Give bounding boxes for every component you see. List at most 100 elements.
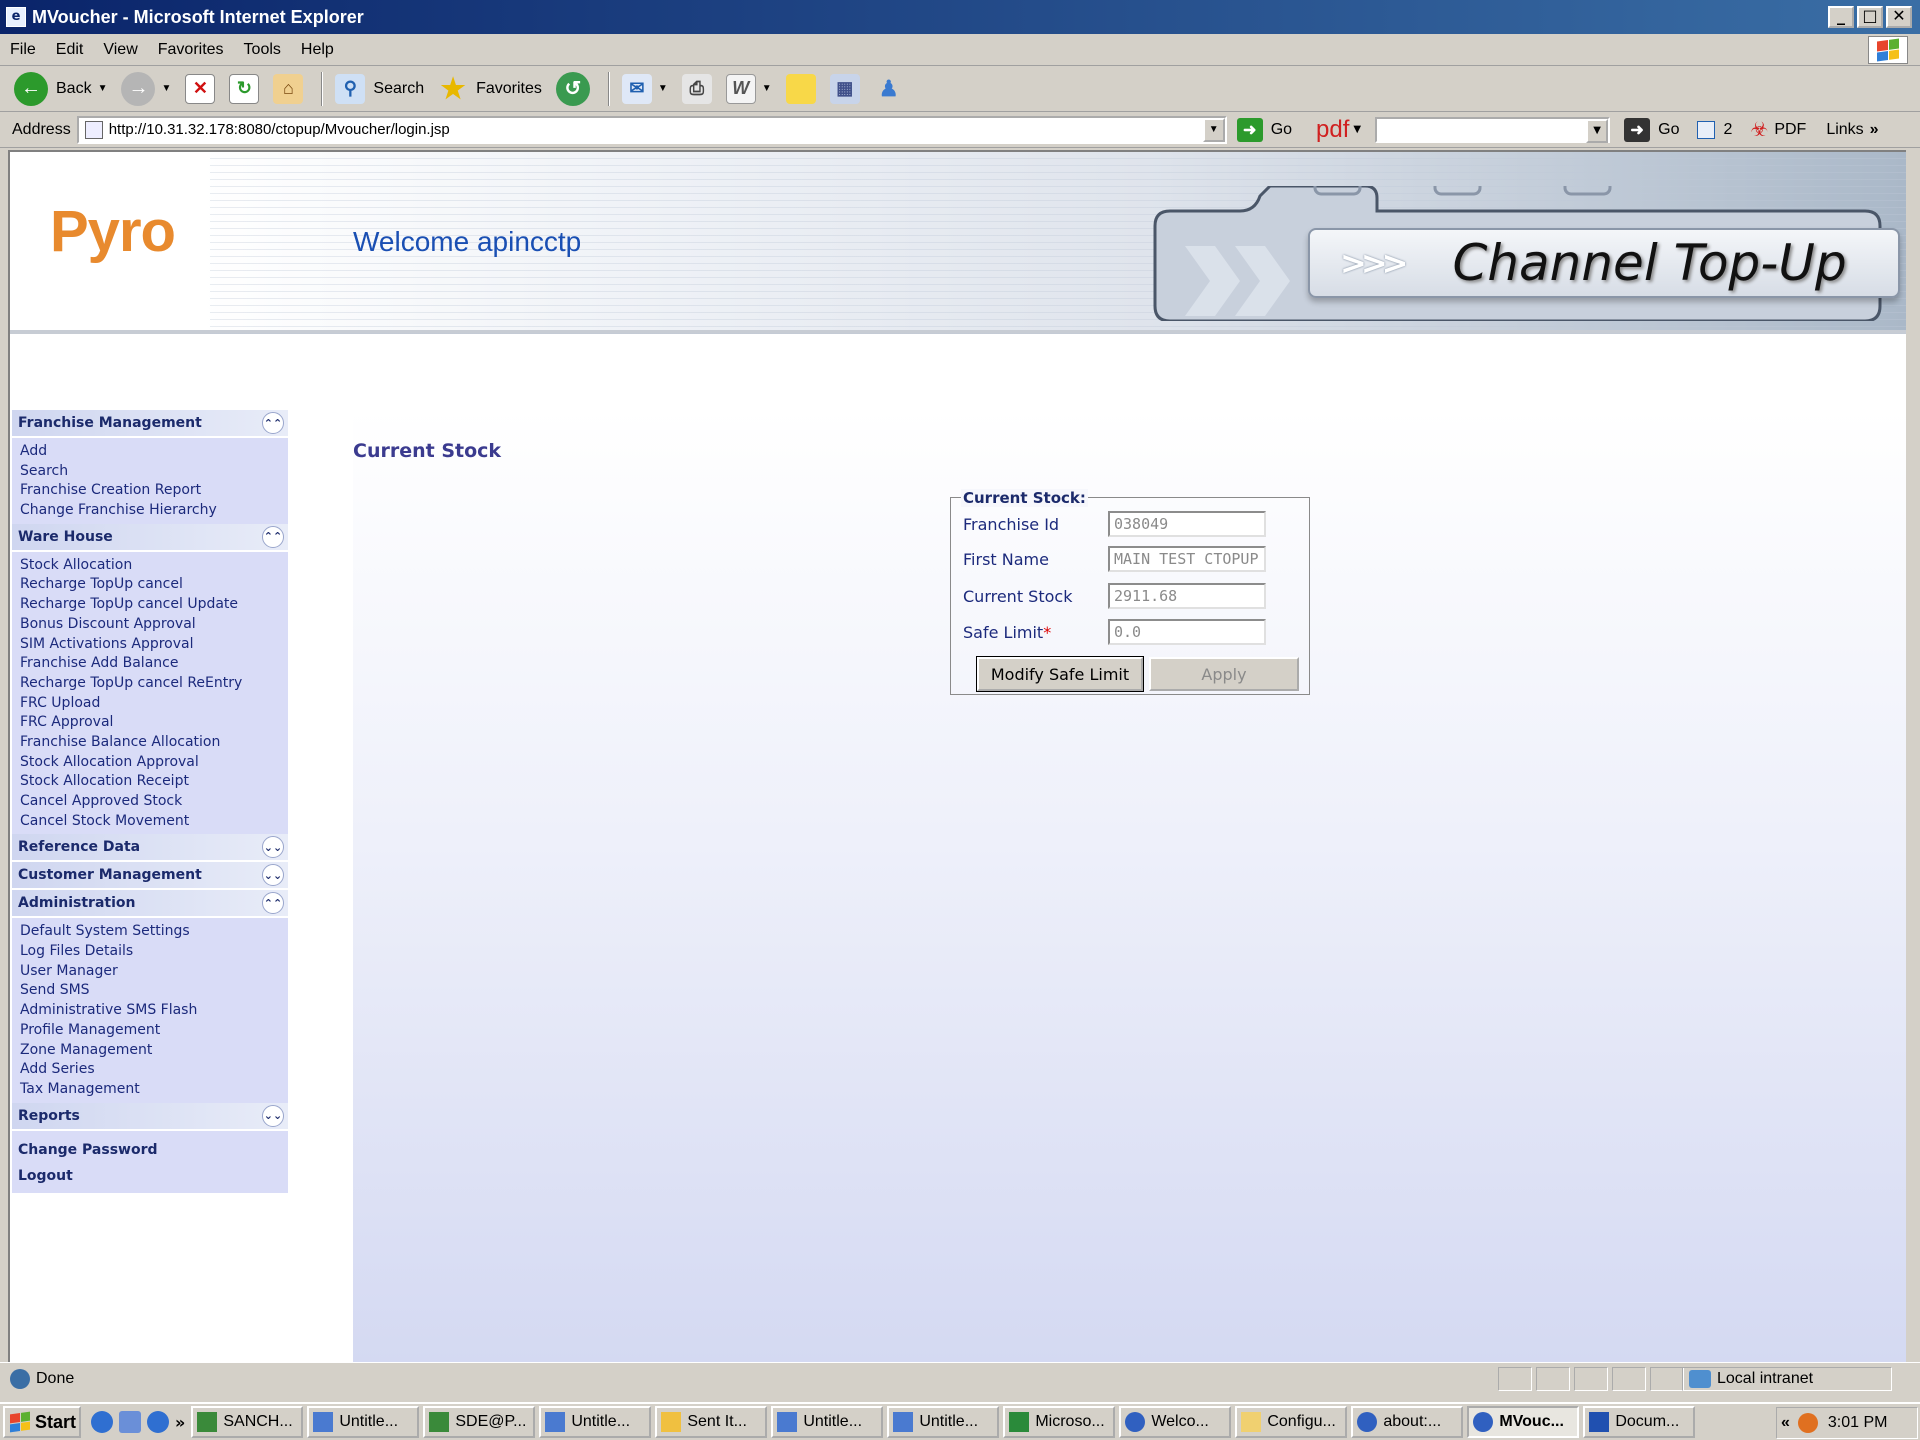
sidebar-item-user-manager[interactable]: User Manager [20,962,282,982]
address-input[interactable]: http://10.31.32.178:8080/ctopup/Mvoucher… [76,115,1227,144]
edit-word-button[interactable]: W ▼ [722,70,776,108]
sidebar-item-franchise-creation-report[interactable]: Franchise Creation Report [20,481,282,501]
research-button[interactable]: ▦ [826,70,864,108]
task-button[interactable]: Untitle... [887,1406,1000,1438]
task-button[interactable]: Untitle... [307,1406,420,1438]
menu-tools[interactable]: Tools [234,41,291,59]
search-combo-dropdown-icon[interactable]: ▼ [1586,118,1609,143]
forward-button[interactable]: → ▼ [117,70,175,108]
sidebar-item-stock-allocation-receipt[interactable]: Stock Allocation Receipt [20,772,282,792]
discuss-button[interactable] [782,70,820,108]
sidebar-item-zone-management[interactable]: Zone Management [20,1041,282,1061]
sidebar-item-tax-management[interactable]: Tax Management [20,1080,282,1100]
show-desktop-icon[interactable] [119,1411,141,1433]
ie-launch-icon[interactable] [91,1411,113,1433]
first-name-field[interactable]: MAIN TEST CTOPUP [1108,546,1266,572]
quick-launch-more-icon[interactable]: » [175,1413,185,1432]
task-button[interactable]: Docum... [1583,1406,1696,1438]
forward-dropdown-icon[interactable]: ▼ [161,83,171,94]
sidebar-item-search[interactable]: Search [20,462,282,482]
start-button[interactable]: Start [3,1406,81,1438]
change-password-link[interactable]: Change Password [18,1137,282,1163]
links-button[interactable]: Links » [1826,121,1878,139]
franchise-id-field[interactable]: 038049 [1108,511,1266,537]
menu-file[interactable]: File [0,41,46,59]
task-button[interactable]: Configu... [1235,1406,1348,1438]
logout-link[interactable]: Logout [18,1163,282,1189]
task-button[interactable]: Microso... [1003,1406,1116,1438]
sidebar-item-recharge-topup-cancel[interactable]: Recharge TopUp cancel [20,575,282,595]
sidebar-item-send-sms[interactable]: Send SMS [20,981,282,1001]
edit-dropdown-icon[interactable]: ▼ [762,83,772,94]
minimize-button[interactable]: _ [1828,6,1854,28]
sidebar-item-bonus-discount-approval[interactable]: Bonus Discount Approval [20,615,282,635]
sidebar-item-add[interactable]: Add [20,442,282,462]
sidebar-item-administrative-sms-flash[interactable]: Administrative SMS Flash [20,1001,282,1021]
task-button[interactable]: Sent It... [655,1406,768,1438]
window-titlebar[interactable]: e MVoucher - Microsoft Internet Explorer… [0,0,1920,34]
close-button[interactable]: ✕ [1886,6,1912,28]
sidebar-item-recharge-topup-cancel-update[interactable]: Recharge TopUp cancel Update [20,595,282,615]
sidebar-item-frc-upload[interactable]: FRC Upload [20,694,282,714]
popup-count-button[interactable]: 2 [1697,120,1732,139]
task-button[interactable]: Untitle... [539,1406,652,1438]
task-button[interactable]: SANCH... [191,1406,304,1438]
favorites-button[interactable]: ★ Favorites [434,70,546,108]
task-button[interactable]: Untitle... [771,1406,884,1438]
sidebar-item-profile-management[interactable]: Profile Management [20,1021,282,1041]
collapse-icon[interactable]: ⌃⌃ [262,412,284,434]
sidebar-item-log-files-details[interactable]: Log Files Details [20,942,282,962]
sidebar-item-cancel-stock-movement[interactable]: Cancel Stock Movement [20,812,282,832]
section-ware-house[interactable]: Ware House ⌃⌃ [12,523,288,550]
menu-view[interactable]: View [93,41,147,59]
apply-button[interactable]: Apply [1149,657,1299,691]
section-administration[interactable]: Administration ⌃⌃ [12,890,288,917]
sidebar-item-stock-allocation[interactable]: Stock Allocation [20,556,282,576]
modify-safe-limit-button[interactable]: Modify Safe Limit [976,656,1144,692]
section-reports[interactable]: Reports ⌄⌄ [12,1102,288,1129]
maximize-button[interactable]: □ [1857,6,1883,28]
menu-edit[interactable]: Edit [46,41,94,59]
task-button[interactable]: SDE@P... [423,1406,536,1438]
tray-app-icon[interactable] [1797,1413,1818,1433]
security-zone[interactable]: Local intranet [1682,1367,1892,1391]
mail-button[interactable]: ✉ ▼ [618,70,672,108]
refresh-button[interactable]: ↻ [225,70,263,108]
back-dropdown-icon[interactable]: ▼ [98,83,108,94]
mail-dropdown-icon[interactable]: ▼ [658,83,668,94]
tray-expand-icon[interactable]: « [1781,1414,1790,1432]
sidebar-item-change-franchise-hierarchy[interactable]: Change Franchise Hierarchy [20,501,282,521]
messenger-button[interactable]: ♟ [870,70,908,108]
safe-limit-field[interactable]: 0.0 [1108,619,1266,645]
home-button[interactable]: ⌂ [269,70,307,108]
sidebar-item-franchise-add-balance[interactable]: Franchise Add Balance [20,654,282,674]
collapse-icon[interactable]: ⌃⌃ [262,892,284,915]
sidebar-item-franchise-balance-allocation[interactable]: Franchise Balance Allocation [20,733,282,753]
expand-icon[interactable]: ⌄⌄ [262,836,284,859]
print-button[interactable]: ⎙ [678,70,716,108]
task-button-active[interactable]: MVouc... [1467,1406,1580,1438]
menu-favorites[interactable]: Favorites [148,41,234,59]
expand-icon[interactable]: ⌄⌄ [262,1104,284,1127]
ie-launch-icon-2[interactable] [147,1411,169,1433]
go-button-2[interactable]: ➜ Go [1624,117,1679,142]
address-dropdown-icon[interactable]: ▼ [1202,117,1225,142]
current-stock-field[interactable]: 2911.68 [1108,583,1266,609]
menu-help[interactable]: Help [291,41,344,59]
sidebar-item-default-system-settings[interactable]: Default System Settings [20,922,282,942]
expand-icon[interactable]: ⌄⌄ [262,864,284,887]
search-button[interactable]: ⚲ Search [331,70,428,108]
section-customer-management[interactable]: Customer Management ⌄⌄ [12,862,288,889]
sidebar-item-add-series[interactable]: Add Series [20,1060,282,1080]
sidebar-item-stock-allocation-approval[interactable]: Stock Allocation Approval [20,753,282,773]
go-button[interactable]: ➜ Go [1236,117,1292,142]
sidebar-item-recharge-topup-cancel-reentry[interactable]: Recharge TopUp cancel ReEntry [20,674,282,694]
section-franchise-management[interactable]: Franchise Management ⌃⌃ [12,410,288,436]
task-button[interactable]: about:... [1351,1406,1464,1438]
sidebar-item-cancel-approved-stock[interactable]: Cancel Approved Stock [20,792,282,812]
sidebar-item-sim-activations-approval[interactable]: SIM Activations Approval [20,635,282,655]
search-combo-input[interactable]: ▼ [1375,116,1611,143]
history-button[interactable]: ↺ [552,70,594,108]
back-button[interactable]: ← Back ▼ [10,70,111,108]
pdf-dropdown-icon[interactable]: ▼ [1353,124,1361,135]
